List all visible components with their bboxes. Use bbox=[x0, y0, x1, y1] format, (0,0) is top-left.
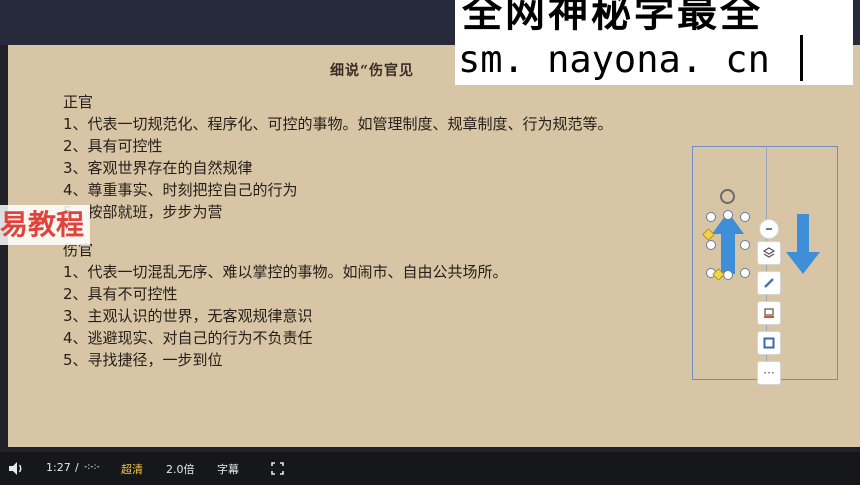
layers-icon[interactable] bbox=[757, 241, 781, 265]
pen-icon[interactable] bbox=[757, 271, 781, 295]
fullscreen-icon[interactable] bbox=[271, 462, 284, 475]
subtitle-button[interactable]: 字幕 bbox=[217, 461, 239, 477]
resize-handle[interactable] bbox=[723, 270, 733, 280]
watermark-top-text: 全网神秘学最全 bbox=[462, 0, 763, 36]
resize-handle[interactable] bbox=[740, 240, 750, 250]
speed-button[interactable]: 2.0倍 bbox=[166, 461, 195, 477]
resize-handle[interactable] bbox=[723, 210, 733, 220]
shang-item-1: 1、代表一切混乱无序、难以掌控的事物。如闹市、自由公共场所。 bbox=[63, 263, 508, 281]
shang-item-5: 5、寻找捷径，一步到位 bbox=[63, 351, 223, 369]
player-control-bar: 1:27 / -:-:- 超清 2.0倍 字幕 bbox=[0, 452, 860, 485]
watermark-url: sm. nayona. cn bbox=[458, 38, 770, 81]
outline-icon[interactable] bbox=[757, 331, 781, 355]
resize-handle[interactable] bbox=[706, 212, 716, 222]
quality-button[interactable]: 超清 bbox=[121, 461, 143, 477]
zheng-item-4: 4、尊重事实、时刻把控自己的行为 bbox=[63, 181, 298, 199]
time-separator: / bbox=[75, 461, 79, 474]
slide-title: 细说“伤官见 bbox=[330, 63, 415, 79]
fill-icon[interactable] bbox=[757, 301, 781, 325]
resize-handle[interactable] bbox=[740, 268, 750, 278]
course-stamp: 易教程 bbox=[0, 205, 91, 245]
shang-item-2: 2、具有不可控性 bbox=[63, 285, 178, 303]
zheng-heading: 正官 bbox=[63, 93, 94, 111]
shang-item-3: 3、主观认识的世界，无客观规律意识 bbox=[63, 307, 313, 325]
minus-icon[interactable] bbox=[759, 219, 779, 239]
zheng-item-3: 3、客观世界存在的自然规律 bbox=[63, 159, 253, 177]
video-frame[interactable]: 细说“伤官见 正官 1、代表一切规范化、程序化、可控的事物。如管理制度、规章制度… bbox=[0, 0, 860, 452]
more-icon[interactable]: ··· bbox=[757, 361, 781, 385]
volume-icon[interactable] bbox=[8, 461, 25, 476]
current-time: 1:27 bbox=[46, 461, 71, 474]
zheng-item-2: 2、具有可控性 bbox=[63, 137, 163, 155]
rotate-handle-icon[interactable] bbox=[720, 189, 735, 204]
shang-item-4: 4、逃避现实、对自己的行为不负责任 bbox=[63, 329, 313, 347]
duration: -:-:- bbox=[84, 462, 100, 472]
zheng-item-1: 1、代表一切规范化、程序化、可控的事物。如管理制度、规章制度、行为规范等。 bbox=[63, 115, 613, 133]
arrow-down-shape[interactable] bbox=[786, 214, 820, 274]
resize-handle[interactable] bbox=[740, 212, 750, 222]
resize-handle[interactable] bbox=[706, 240, 716, 250]
text-cursor bbox=[800, 35, 803, 81]
